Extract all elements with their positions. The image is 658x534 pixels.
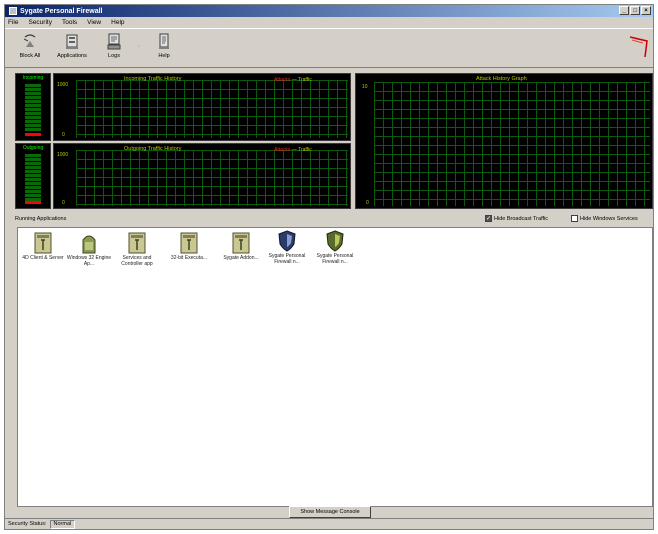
outgoing-ytick-top: 1000: [57, 152, 69, 158]
minimize-button[interactable]: _: [619, 6, 629, 15]
outgoing-meter: Outgoing: [15, 143, 51, 209]
app-name: Sygate Personal Firewall n...: [316, 253, 354, 265]
incoming-legend: Attacks — Traffic: [274, 77, 312, 83]
outgoing-chart-title: Outgoing Traffic History: [124, 146, 182, 152]
outgoing-grid: [76, 150, 348, 206]
applications-button[interactable]: Applications: [51, 33, 93, 59]
outgoing-traffic-chart: 1000 0 Outgoing Traffic History Attacks …: [53, 143, 351, 209]
close-button[interactable]: ×: [641, 6, 651, 15]
menu-help[interactable]: Help: [111, 19, 124, 26]
logs-label: Logs: [108, 53, 120, 59]
menu-security[interactable]: Security: [28, 19, 51, 26]
hide-broadcast-option[interactable]: ✓ Hide Broadcast Traffic: [485, 215, 548, 222]
toolbar: Block All Applications Logs ◦ Help: [5, 28, 653, 68]
app-name: Sygate Personal Firewall n...: [268, 253, 306, 265]
logs-icon: [107, 33, 121, 50]
logs-button[interactable]: Logs: [93, 33, 135, 59]
incoming-meter: Incoming: [15, 73, 51, 141]
outgoing-attack-indicator: [25, 201, 41, 204]
hide-broadcast-checkbox[interactable]: ✓: [485, 215, 492, 222]
attack-history-chart: 10 0 Attack History Graph: [355, 73, 653, 209]
app-name: Windows 32 Engine Ap...: [66, 255, 112, 267]
security-status-label: Security Status:: [8, 521, 47, 527]
app-item[interactable]: Sygate Personal Firewall n...: [264, 230, 310, 265]
maximize-button[interactable]: □: [630, 6, 640, 15]
app-item[interactable]: Services and Controller app: [114, 232, 160, 267]
traffic-graphs: Incoming 1000 0 Incoming Traffic History…: [15, 73, 653, 213]
outgoing-legend-traffic: Traffic: [298, 147, 312, 153]
outgoing-ytick-bottom: 0: [62, 200, 65, 206]
incoming-legend-attacks: Attacks: [274, 77, 291, 83]
block-all-button[interactable]: Block All: [9, 33, 51, 59]
block-all-label: Block All: [19, 53, 41, 59]
status-bar: Security Status: Normal: [5, 518, 653, 529]
incoming-attack-indicator: [25, 133, 41, 136]
attack-ytick-bottom: 0: [366, 200, 369, 206]
app-name: Sygate Addon...: [223, 255, 259, 261]
outgoing-legend-attacks: Attacks: [274, 147, 291, 153]
incoming-grid: [76, 80, 348, 138]
attack-grid: [374, 82, 650, 206]
attack-ytick-top: 10: [362, 84, 368, 90]
generic-app-icon: [128, 232, 146, 254]
menu-tools[interactable]: Tools: [62, 19, 77, 26]
app-item[interactable]: Sygate Personal Firewall n...: [312, 230, 358, 265]
shield-app-icon: [278, 230, 296, 252]
system-app-icon: [82, 235, 96, 254]
applications-label: Applications: [57, 53, 87, 59]
hide-windows-services-checkbox[interactable]: [571, 215, 578, 222]
hide-windows-services-label: Hide Windows Services: [580, 215, 638, 222]
apps-options-row: Running Applications ✓ Hide Broadcast Tr…: [15, 215, 653, 225]
menu-file[interactable]: File: [8, 19, 18, 26]
running-apps-label: Running Applications: [15, 216, 67, 222]
window-title: Sygate Personal Firewall: [20, 7, 103, 15]
generic-app-icon: [34, 232, 52, 254]
app-name: Services and Controller app: [121, 255, 153, 267]
app-item[interactable]: 4D Client & Server: [20, 232, 66, 261]
title-bar[interactable]: Sygate Personal Firewall _ □ ×: [5, 5, 653, 17]
incoming-chart-title: Incoming Traffic History: [124, 76, 182, 82]
app-item[interactable]: Windows 32 Engine Ap...: [66, 232, 112, 267]
incoming-meter-label: Incoming: [22, 75, 44, 81]
outgoing-legend: Attacks — Traffic: [274, 147, 312, 153]
shield-green-app-icon: [326, 230, 344, 252]
app-item[interactable]: Sygate Addon...: [218, 232, 264, 261]
security-status-value: Normal: [49, 519, 76, 529]
menu-view[interactable]: View: [87, 19, 101, 26]
attack-chart-title: Attack History Graph: [476, 76, 527, 82]
app-window: Sygate Personal Firewall _ □ × File Secu…: [4, 4, 654, 530]
help-icon: [159, 33, 169, 49]
incoming-legend-traffic: Traffic: [298, 77, 312, 83]
app-icon: [9, 7, 17, 15]
window-controls: _ □ ×: [619, 6, 651, 15]
app-item[interactable]: 32-bit Executa...: [166, 232, 212, 261]
running-applications-list: 4D Client & Server Windows 32 Engine Ap.…: [17, 227, 653, 507]
show-message-console-button[interactable]: Show Message Console: [289, 506, 371, 518]
app-name: 32-bit Executa...: [170, 255, 208, 261]
hide-windows-services-option[interactable]: Hide Windows Services: [571, 215, 638, 222]
block-all-icon: [23, 34, 36, 47]
help-button[interactable]: Help: [143, 33, 185, 59]
app-name: 4D Client & Server: [22, 255, 64, 261]
generic-app-icon: [232, 232, 250, 254]
incoming-ytick-bottom: 0: [62, 132, 65, 138]
outgoing-meter-label: Outgoing: [22, 145, 44, 151]
incoming-traffic-chart: 1000 0 Incoming Traffic History Attacks …: [53, 73, 351, 141]
sygate-logo: [629, 36, 648, 58]
hide-broadcast-label: Hide Broadcast Traffic: [494, 215, 549, 222]
toolbar-separator: ◦: [137, 44, 141, 50]
help-label: Help: [158, 53, 170, 59]
menu-bar: File Security Tools View Help: [5, 17, 653, 27]
applications-icon: [66, 34, 78, 49]
incoming-ytick-top: 1000: [57, 82, 69, 88]
generic-app-icon: [180, 232, 198, 254]
